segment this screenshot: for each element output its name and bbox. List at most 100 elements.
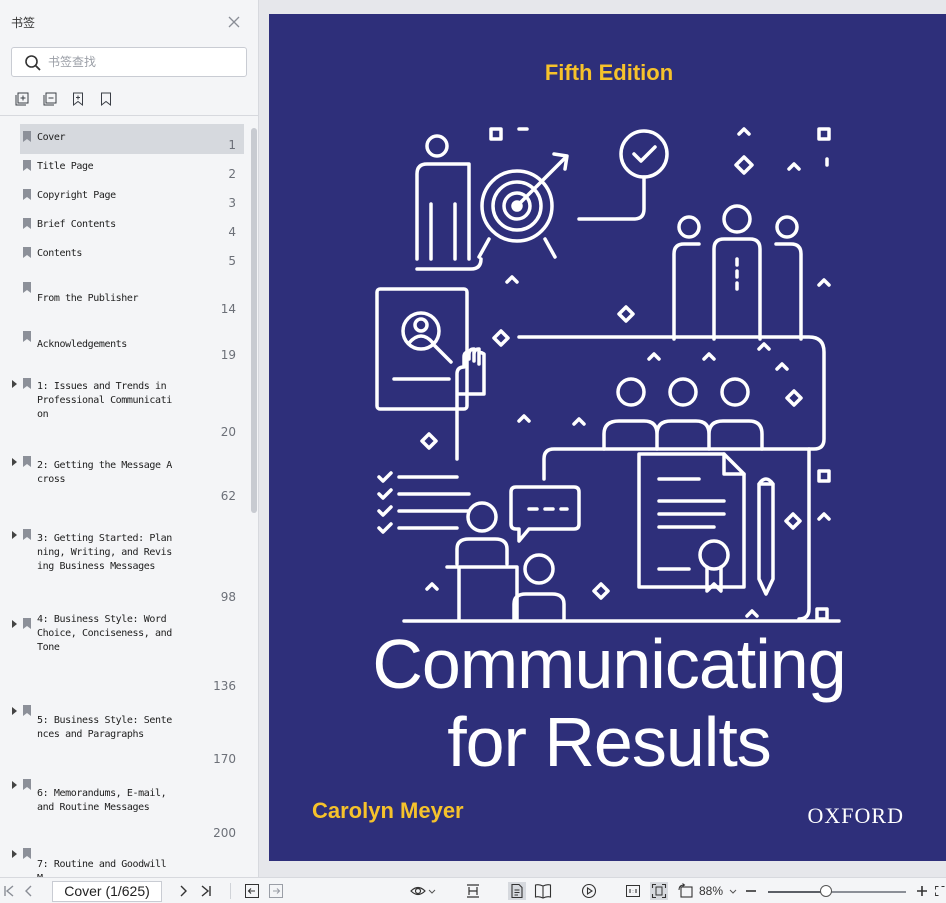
expand-arrow-icon[interactable] [11,530,19,540]
bookmark-item[interactable]: Brief Contents 4 [0,211,250,240]
first-page-button[interactable] [0,882,18,900]
bookmark-label: Brief Contents [37,219,116,230]
search-icon [25,55,41,71]
page-number-field[interactable]: Cover (1/625) [52,881,162,902]
back-view-icon [245,884,259,898]
bookmark-label: 2: Getting the Message A cross [37,460,172,485]
actual-size-icon [626,885,640,897]
minus-icon [746,890,756,892]
expand-arrow-icon[interactable] [11,457,19,467]
bookmark-item[interactable]: 5: Business Style: Sente nces and Paragr… [0,700,250,772]
expand-arrow-icon[interactable] [11,379,19,389]
bookmark-label: 4: Business Style: Word Choice, Concisen… [37,614,172,653]
bookmark-flag-icon [23,779,31,790]
zoom-out-button[interactable] [742,882,760,900]
next-page-button[interactable] [174,882,192,900]
single-page-icon [511,883,523,899]
bookmark-flag-icon [23,218,31,229]
bookmark-item[interactable]: 6: Memorandums, E-mail, and Routine Mess… [0,774,250,844]
fit-width-button[interactable] [464,882,482,900]
actual-size-button[interactable] [624,882,642,900]
bookmark-item[interactable]: Copyright Page 3 [0,182,250,211]
bookmark-item[interactable]: 2: Getting the Message A cross 62 [0,451,250,522]
document-view[interactable]: Fifth Edition Communicating for Results … [260,0,946,877]
chevron-down-icon [730,889,737,894]
close-icon[interactable] [227,15,241,29]
bookmark-button[interactable] [95,88,117,110]
cover-illustration [375,127,841,623]
zoom-level[interactable]: 88% [699,884,737,898]
add-bookmark-button[interactable] [67,88,89,110]
rotate-icon [678,883,693,898]
bookmark-flag-icon [23,282,31,293]
bookmark-item[interactable]: 3: Getting Started: Plan ning, Writing, … [0,524,250,611]
chevron-left-icon [25,885,32,897]
last-page-icon [201,885,211,897]
first-page-icon [4,885,14,897]
bookmark-search-box[interactable] [11,47,247,77]
bookmark-item[interactable]: Contents 5 [0,240,250,276]
cover-publisher-logo: OXFORD [807,803,904,828]
sidebar-divider [0,115,259,116]
bookmark-item[interactable]: 1: Issues and Trends in Professional Com… [0,373,250,449]
bookmark-label: 1: Issues and Trends in Professional Com… [37,381,172,420]
bookmark-page-number: 98 [220,590,236,604]
bookmark-flag-icon [23,378,31,389]
plus-icon [917,886,927,896]
play-slideshow-button[interactable] [580,882,598,900]
single-page-button[interactable] [508,882,526,900]
bookmark-item[interactable]: 4: Business Style: Word Choice, Concisen… [0,613,250,693]
add-bookmark-icon [73,92,83,107]
bookmark-item[interactable]: 7: Routine and Goodwill M [0,843,250,877]
zoom-in-button[interactable] [913,882,931,900]
bookmark-search-input[interactable] [48,53,238,71]
sidebar-scrollbar-thumb[interactable] [251,128,257,513]
bookmark-page-number: 4 [228,225,236,239]
bookmark-page-number: 3 [228,196,236,210]
two-page-button[interactable] [534,882,552,900]
cover-edition: Fifth Edition [544,60,674,85]
bookmark-label: Contents [37,248,82,259]
bookmark-page-number: 170 [213,752,236,766]
fullscreen-button[interactable] [934,882,946,900]
bookmark-label: Cover [37,132,66,143]
eye-icon [410,886,436,896]
cover-author: Carolyn Meyer [312,798,464,823]
expand-all-icon [15,92,29,106]
bookmark-icon [101,92,111,107]
back-view-button[interactable] [243,882,261,900]
zoom-slider-thumb[interactable] [819,885,832,897]
last-page-button[interactable] [197,882,215,900]
two-page-icon [534,884,552,899]
bookmark-item[interactable]: Title Page 2 [0,153,250,182]
bookmark-label: From the Publisher [37,293,139,304]
fit-page-button[interactable] [650,882,668,900]
bookmark-item[interactable]: From the Publisher 14 [0,278,250,322]
reading-mode-button[interactable] [408,882,438,900]
sidebar-header: 书签 [0,0,259,44]
bookmark-item[interactable]: Cover 1 [0,124,250,154]
bookmark-page-number: 5 [228,254,236,268]
pdf-reader-window: 书签 书签查找 Cover 1 Title Page 2 Copyright P… [0,0,946,903]
bookmark-page-number: 62 [220,489,236,503]
bookmark-item[interactable]: Acknowledgements 19 [0,324,250,372]
cover-title-line1: Communicating [372,625,846,703]
expand-arrow-icon[interactable] [11,780,19,790]
expand-all-button[interactable] [11,88,33,110]
bookmark-label: Copyright Page [37,190,116,201]
bookmark-flag-icon [23,247,31,258]
expand-arrow-icon[interactable] [11,849,19,859]
collapse-all-button[interactable] [39,88,61,110]
forward-view-button[interactable] [267,882,285,900]
bookmark-flag-icon [23,618,31,629]
bookmark-flag-icon [23,160,31,171]
expand-arrow-icon[interactable] [11,706,19,716]
bookmark-label: 5: Business Style: Sente nces and Paragr… [37,715,172,740]
previous-page-button[interactable] [20,882,38,900]
bookmark-label: Title Page [37,161,94,172]
expand-arrow-icon[interactable] [11,619,19,629]
fit-width-icon [467,884,479,898]
bookmark-page-number: 19 [220,348,236,362]
rotate-button[interactable] [677,882,695,900]
toolbar-separator [230,883,231,899]
